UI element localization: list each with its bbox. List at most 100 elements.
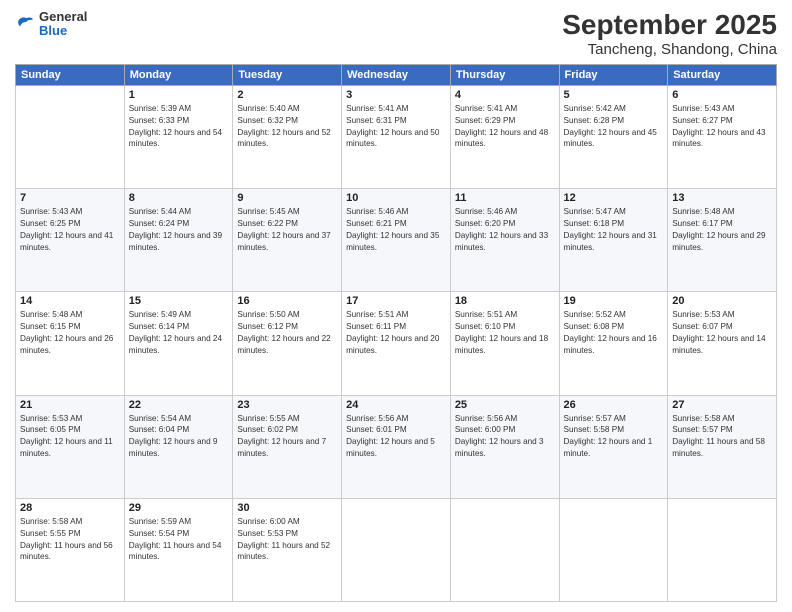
day-info: Sunrise: 5:45 AMSunset: 6:22 PMDaylight:… xyxy=(237,206,337,254)
day-number: 14 xyxy=(20,295,120,307)
calendar-cell: 12 Sunrise: 5:47 AMSunset: 6:18 PMDayligh… xyxy=(559,189,668,292)
calendar-header-wednesday: Wednesday xyxy=(342,64,451,85)
day-info: Sunrise: 5:48 AMSunset: 6:15 PMDaylight:… xyxy=(20,309,120,357)
calendar-cell: 21Sunrise: 5:53 AMSunset: 6:05 PMDayligh… xyxy=(16,395,125,498)
day-info: Sunrise: 5:39 AMSunset: 6:33 PMDaylight:… xyxy=(129,103,229,151)
calendar-cell: 20 Sunrise: 5:53 AMSunset: 6:07 PMDayligh… xyxy=(668,292,777,395)
calendar-cell xyxy=(16,85,125,188)
day-info: Sunrise: 5:40 AMSunset: 6:32 PMDaylight:… xyxy=(237,103,337,151)
day-number: 2 xyxy=(237,89,337,101)
calendar-cell xyxy=(668,498,777,601)
calendar-header-monday: Monday xyxy=(124,64,233,85)
day-number: 1 xyxy=(129,89,229,101)
calendar-cell: 22 Sunrise: 5:54 AMSunset: 6:04 PMDayligh… xyxy=(124,395,233,498)
day-number: 8 xyxy=(129,192,229,204)
day-info: Sunrise: 5:47 AMSunset: 6:18 PMDaylight:… xyxy=(564,206,664,254)
day-number: 26 xyxy=(564,399,664,411)
calendar-cell: 4 Sunrise: 5:41 AMSunset: 6:29 PMDaylight… xyxy=(450,85,559,188)
calendar-header-saturday: Saturday xyxy=(668,64,777,85)
calendar-cell: 29Sunrise: 5:59 AMSunset: 5:54 PMDayligh… xyxy=(124,498,233,601)
day-number: 28 xyxy=(20,502,120,514)
calendar-cell: 26 Sunrise: 5:57 AMSunset: 5:58 PMDayligh… xyxy=(559,395,668,498)
day-info: Sunrise: 5:43 AMSunset: 6:27 PMDaylight:… xyxy=(672,103,772,151)
day-number: 5 xyxy=(564,89,664,101)
title-block: September 2025 Tancheng, Shandong, China xyxy=(562,10,777,58)
day-number: 10 xyxy=(346,192,446,204)
calendar-cell: 17 Sunrise: 5:51 AMSunset: 6:11 PMDayligh… xyxy=(342,292,451,395)
calendar-cell: 30 Sunrise: 6:00 AMSunset: 5:53 PMDayligh… xyxy=(233,498,342,601)
day-number: 9 xyxy=(237,192,337,204)
day-number: 20 xyxy=(672,295,772,307)
day-number: 24 xyxy=(346,399,446,411)
calendar-cell: 8 Sunrise: 5:44 AMSunset: 6:24 PMDaylight… xyxy=(124,189,233,292)
day-number: 6 xyxy=(672,89,772,101)
day-info: Sunrise: 5:54 AMSunset: 6:04 PMDaylight:… xyxy=(129,413,229,461)
day-number: 3 xyxy=(346,89,446,101)
day-info: Sunrise: 5:48 AMSunset: 6:17 PMDaylight:… xyxy=(672,206,772,254)
day-number: 13 xyxy=(672,192,772,204)
day-info: Sunrise: 5:42 AMSunset: 6:28 PMDaylight:… xyxy=(564,103,664,151)
day-number: 7 xyxy=(20,192,120,204)
calendar-cell: 5 Sunrise: 5:42 AMSunset: 6:28 PMDaylight… xyxy=(559,85,668,188)
day-number: 12 xyxy=(564,192,664,204)
day-info: Sunrise: 5:53 AMSunset: 6:07 PMDaylight:… xyxy=(672,309,772,357)
calendar-cell: 15 Sunrise: 5:49 AMSunset: 6:14 PMDayligh… xyxy=(124,292,233,395)
calendar-header-thursday: Thursday xyxy=(450,64,559,85)
calendar-cell: 28 Sunrise: 5:58 AMSunset: 5:55 PMDayligh… xyxy=(16,498,125,601)
day-info: Sunrise: 5:57 AMSunset: 5:58 PMDaylight:… xyxy=(564,413,664,461)
day-number: 4 xyxy=(455,89,555,101)
calendar-cell: 25Sunrise: 5:56 AMSunset: 6:00 PMDayligh… xyxy=(450,395,559,498)
calendar-cell: 11Sunrise: 5:46 AMSunset: 6:20 PMDayligh… xyxy=(450,189,559,292)
calendar-cell: 7 Sunrise: 5:43 AMSunset: 6:25 PMDaylight… xyxy=(16,189,125,292)
day-info: Sunrise: 6:00 AMSunset: 5:53 PMDaylight:… xyxy=(237,516,337,564)
calendar-header-sunday: Sunday xyxy=(16,64,125,85)
calendar-header-tuesday: Tuesday xyxy=(233,64,342,85)
calendar-cell: 24 Sunrise: 5:56 AMSunset: 6:01 PMDayligh… xyxy=(342,395,451,498)
day-info: Sunrise: 5:53 AMSunset: 6:05 PMDaylight:… xyxy=(20,413,120,461)
day-info: Sunrise: 5:44 AMSunset: 6:24 PMDaylight:… xyxy=(129,206,229,254)
day-number: 30 xyxy=(237,502,337,514)
day-info: Sunrise: 5:58 AMSunset: 5:57 PMDaylight:… xyxy=(672,413,772,461)
day-number: 27 xyxy=(672,399,772,411)
calendar-cell: 1 Sunrise: 5:39 AMSunset: 6:33 PMDaylight… xyxy=(124,85,233,188)
day-info: Sunrise: 5:46 AMSunset: 6:21 PMDaylight:… xyxy=(346,206,446,254)
day-info: Sunrise: 5:58 AMSunset: 5:55 PMDaylight:… xyxy=(20,516,120,564)
day-info: Sunrise: 5:51 AMSunset: 6:10 PMDaylight:… xyxy=(455,309,555,357)
day-number: 16 xyxy=(237,295,337,307)
page-subtitle: Tancheng, Shandong, China xyxy=(562,41,777,58)
day-info: Sunrise: 5:50 AMSunset: 6:12 PMDaylight:… xyxy=(237,309,337,357)
day-number: 17 xyxy=(346,295,446,307)
calendar-cell xyxy=(342,498,451,601)
day-info: Sunrise: 5:51 AMSunset: 6:11 PMDaylight:… xyxy=(346,309,446,357)
calendar-cell: 3 Sunrise: 5:41 AMSunset: 6:31 PMDaylight… xyxy=(342,85,451,188)
day-info: Sunrise: 5:49 AMSunset: 6:14 PMDaylight:… xyxy=(129,309,229,357)
day-info: Sunrise: 5:41 AMSunset: 6:31 PMDaylight:… xyxy=(346,103,446,151)
day-info: Sunrise: 5:43 AMSunset: 6:25 PMDaylight:… xyxy=(20,206,120,254)
logo-bird-icon xyxy=(15,14,35,34)
calendar-cell: 9 Sunrise: 5:45 AMSunset: 6:22 PMDaylight… xyxy=(233,189,342,292)
calendar-cell: 19Sunrise: 5:52 AMSunset: 6:08 PMDayligh… xyxy=(559,292,668,395)
day-number: 23 xyxy=(237,399,337,411)
page-title: September 2025 xyxy=(562,10,777,41)
calendar-cell: 27 Sunrise: 5:58 AMSunset: 5:57 PMDayligh… xyxy=(668,395,777,498)
day-number: 15 xyxy=(129,295,229,307)
day-number: 19 xyxy=(564,295,664,307)
calendar-cell xyxy=(559,498,668,601)
calendar-cell: 10 Sunrise: 5:46 AMSunset: 6:21 PMDayligh… xyxy=(342,189,451,292)
day-info: Sunrise: 5:55 AMSunset: 6:02 PMDaylight:… xyxy=(237,413,337,461)
logo-general: General xyxy=(39,10,87,24)
calendar: SundayMondayTuesdayWednesdayThursdayFrid… xyxy=(15,64,777,602)
day-info: Sunrise: 5:56 AMSunset: 6:01 PMDaylight:… xyxy=(346,413,446,461)
calendar-cell: 2 Sunrise: 5:40 AMSunset: 6:32 PMDaylight… xyxy=(233,85,342,188)
calendar-cell: 14 Sunrise: 5:48 AMSunset: 6:15 PMDayligh… xyxy=(16,292,125,395)
logo-blue: Blue xyxy=(39,24,87,38)
day-number: 22 xyxy=(129,399,229,411)
day-info: Sunrise: 5:41 AMSunset: 6:29 PMDaylight:… xyxy=(455,103,555,151)
calendar-header-friday: Friday xyxy=(559,64,668,85)
day-info: Sunrise: 5:46 AMSunset: 6:20 PMDaylight:… xyxy=(455,206,555,254)
calendar-cell: 13 Sunrise: 5:48 AMSunset: 6:17 PMDayligh… xyxy=(668,189,777,292)
day-number: 29 xyxy=(129,502,229,514)
logo: General Blue xyxy=(15,10,87,39)
calendar-cell: 23 Sunrise: 5:55 AMSunset: 6:02 PMDayligh… xyxy=(233,395,342,498)
day-number: 25 xyxy=(455,399,555,411)
